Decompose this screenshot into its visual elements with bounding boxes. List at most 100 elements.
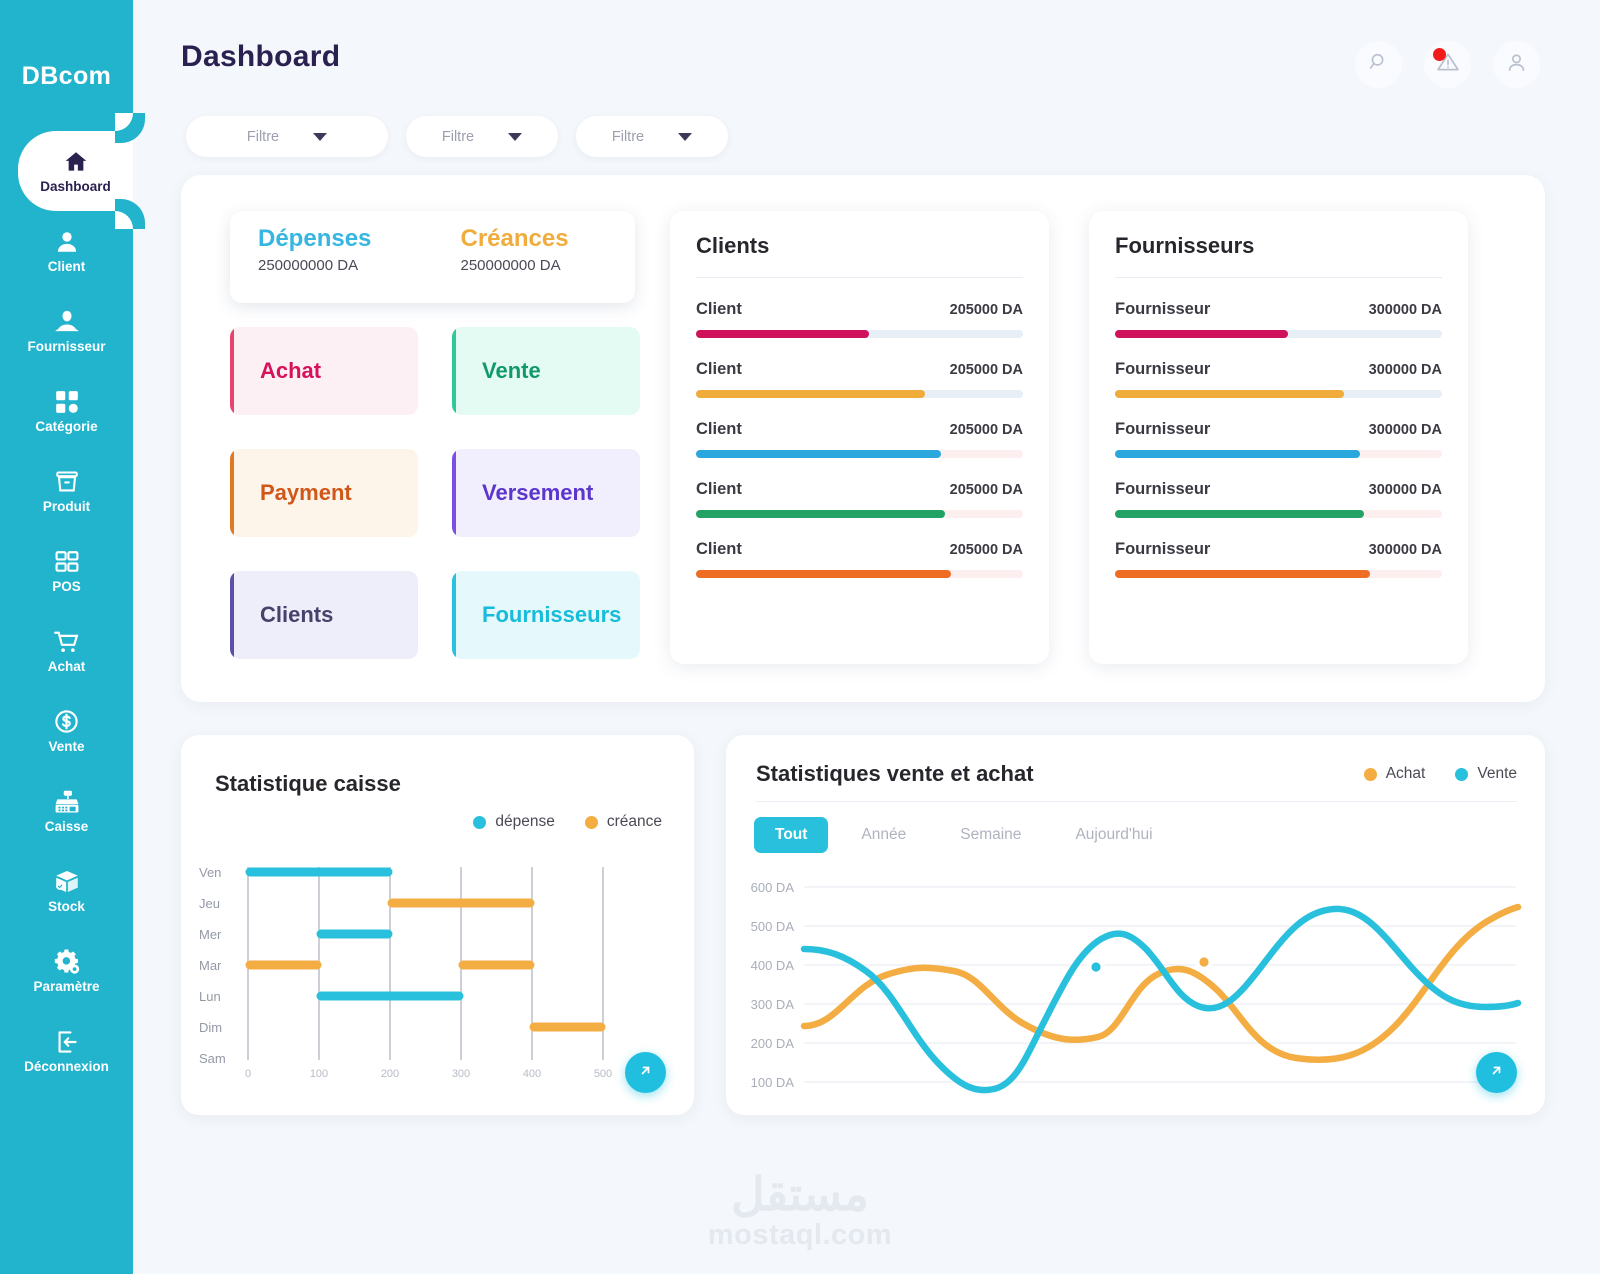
legend-item-depense[interactable]: dépense [473,813,555,831]
tile-payment[interactable]: Payment [230,449,418,537]
sidebar-item-label: Fournisseur [27,338,106,354]
watermark: مستقل mostaql.com [0,1171,1600,1252]
box-icon [54,469,80,495]
search-button[interactable] [1355,41,1402,88]
tile-vente[interactable]: Vente [452,327,640,415]
svg-text:500 DA: 500 DA [751,919,795,934]
tab-annee[interactable]: Année [840,817,927,853]
tile-versement[interactable]: Versement [452,449,640,537]
list-item[interactable]: Client 205000 DA [696,540,1023,578]
list-item[interactable]: Fournisseur 300000 DA [1115,300,1442,338]
svg-text:300: 300 [452,1068,470,1080]
tab-label: Tout [775,826,808,843]
legend-label: Achat [1385,765,1426,782]
legend-item-creance[interactable]: créance [584,813,662,831]
clients-panel: Clients Client 205000 DA Client 205000 D… [670,211,1049,664]
sidebar-item-produit[interactable]: Produit [0,451,133,531]
sidebar-item-achat[interactable]: Achat [0,611,133,691]
progress-track [696,330,1023,338]
expand-caisse-button[interactable] [625,1052,666,1093]
svg-text:Jeu: Jeu [199,896,220,911]
legend-label: Vente [1477,765,1517,782]
client-amount: 205000 DA [949,482,1023,498]
fournisseur-name: Fournisseur [1115,540,1211,558]
sidebar: DBcom Dashboard Client Fournisseur Catég… [0,0,133,1274]
sales-purchase-legend: Achat Vente [1363,765,1517,783]
legend-item-achat[interactable]: Achat [1363,765,1426,783]
tile-clients-label: Clients [260,602,334,627]
client-amount: 205000 DA [949,542,1023,558]
list-item[interactable]: Client 205000 DA [696,420,1023,458]
tile-payment-label: Payment [260,480,352,505]
watermark-latin: mostaql.com [707,1219,893,1251]
sidebar-item-parametre[interactable]: Paramètre [0,931,133,1011]
page-title: Dashboard [181,40,341,73]
legend-label: créance [606,813,662,830]
caisse-chart-card: Statistique caisse dépense créance Ven J… [181,735,694,1115]
expand-sales-purchase-button[interactable] [1476,1052,1517,1093]
list-item[interactable]: Fournisseur 300000 DA [1115,420,1442,458]
fournisseur-name: Fournisseur [1115,360,1211,378]
brand-logo[interactable]: DBcom [22,62,112,91]
filter-select-2-value: Filtre [441,128,475,145]
tab-aujourdhui[interactable]: Aujourd'hui [1054,817,1173,853]
legend-item-vente[interactable]: Vente [1455,765,1517,783]
svg-text:Lun: Lun [199,989,221,1004]
svg-text:200 DA: 200 DA [751,1036,795,1051]
filter-select-2[interactable]: Filtre [406,116,558,157]
gear-icon [53,948,81,975]
tab-tout[interactable]: Tout [754,817,829,853]
search-icon [1368,51,1390,78]
svg-text:100 DA: 100 DA [751,1075,795,1090]
sidebar-item-vente[interactable]: Vente [0,691,133,771]
header-actions [1355,41,1540,88]
legend-dot [1363,767,1377,781]
chevron-down-icon [313,132,328,141]
sidebar-item-fournisseur[interactable]: Fournisseur [0,291,133,371]
sidebar-item-client[interactable]: Client [0,211,133,291]
list-item[interactable]: Client 205000 DA [696,360,1023,398]
progress-track [1115,390,1442,398]
tile-achat[interactable]: Achat [230,327,418,415]
filter-select-3[interactable]: Filtre [576,116,728,157]
sidebar-item-caisse[interactable]: Caisse [0,771,133,851]
sidebar-item-categorie[interactable]: Catégorie [0,371,133,451]
fournisseurs-panel-title: Fournisseurs [1115,233,1255,258]
list-item[interactable]: Fournisseur 300000 DA [1115,480,1442,518]
filter-select-1[interactable]: Filtre [186,116,388,157]
tile-clients[interactable]: Clients [230,571,418,659]
list-item[interactable]: Client 205000 DA [696,300,1023,338]
svg-text:Dim: Dim [199,1020,222,1035]
alerts-button[interactable] [1424,41,1471,88]
sidebar-item-stock[interactable]: Stock [0,851,133,931]
tile-fournisseurs[interactable]: Fournisseurs [452,571,640,659]
tab-semaine[interactable]: Semaine [939,817,1042,853]
divider [756,801,1517,802]
sidebar-item-dashboard[interactable]: Dashboard [18,113,133,229]
home-icon [62,149,90,175]
profile-button[interactable] [1493,41,1540,88]
summary-creances-value: 250000000 DA [460,256,561,274]
fournisseur-name: Fournisseur [1115,420,1211,438]
achat-marker[interactable] [1195,953,1213,971]
fournisseurs-panel: Fournisseurs Fournisseur 300000 DA Fourn… [1089,211,1468,664]
tab-label: Semaine [960,826,1022,843]
fournisseur-amount: 300000 DA [1368,482,1442,498]
svg-text:500: 500 [594,1068,612,1080]
list-item[interactable]: Fournisseur 300000 DA [1115,540,1442,578]
sidebar-item-deconnexion[interactable]: Déconnexion [0,1011,133,1091]
sidebar-item-label: Catégorie [35,418,98,434]
clients-panel-title: Clients [696,233,770,258]
svg-text:100: 100 [310,1068,328,1080]
list-item[interactable]: Fournisseur 300000 DA [1115,360,1442,398]
register-icon [53,789,81,815]
sidebar-item-pos[interactable]: POS [0,531,133,611]
sidebar-item-label: Vente [48,739,85,755]
progress-fill [1115,450,1361,458]
progress-track [1115,330,1442,338]
tile-accent-bar [230,571,234,659]
sales-purchase-chart-title: Statistiques vente et achat [756,761,1034,786]
list-item[interactable]: Client 205000 DA [696,480,1023,518]
logout-icon [53,1029,80,1055]
vente-marker[interactable] [1087,958,1105,976]
